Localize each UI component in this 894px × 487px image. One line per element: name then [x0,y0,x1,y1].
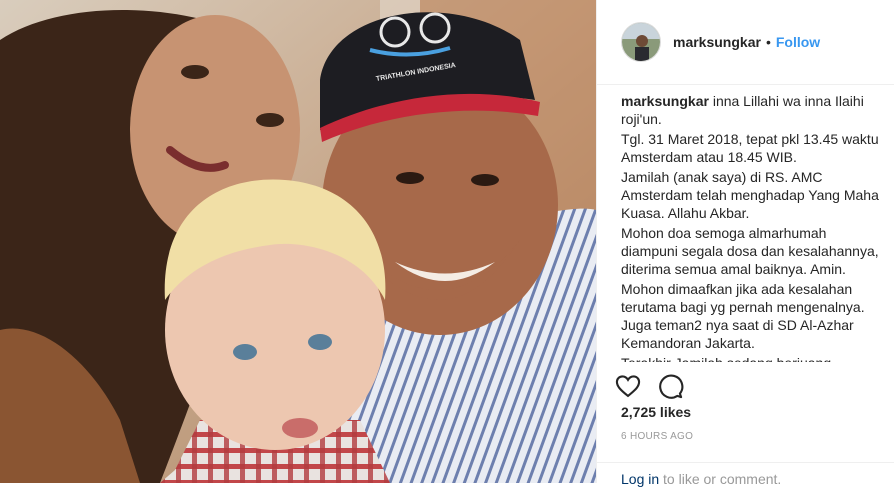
post-header: marksungkar • Follow [597,0,894,85]
caption: marksungkar inna Lillahi wa inna Ilaihi … [621,92,883,362]
post-sidebar: marksungkar • Follow marksungkar inna Li… [596,0,894,487]
post-photo[interactable]: TRIATHLON INDONESIA [0,0,596,483]
avatar-image [622,23,660,61]
caption-line: Jamilah (anak saya) di RS. AMC Amsterdam… [621,169,879,221]
caption-line: Tgl. 31 Maret 2018, tepat pkl 13.45 wakt… [621,131,879,165]
likes-count[interactable]: 2,725 likes [621,404,691,420]
login-rest-text: to like or comment. [663,471,782,487]
follow-button[interactable]: Follow [776,34,820,50]
separator-dot: • [765,34,771,50]
caption-line: Mohon doa semoga almarhumah diampuni seg… [621,225,879,277]
avatar[interactable] [621,22,661,62]
selfie-photo: TRIATHLON INDONESIA [0,0,596,483]
heart-icon[interactable] [614,372,642,400]
login-link[interactable]: Log in [621,471,659,487]
comment-icon[interactable] [656,372,684,400]
action-bar [614,372,684,400]
caption-username[interactable]: marksungkar [621,93,709,109]
caption-line: Mohon dimaafkan jika ada kesalahan terut… [621,281,865,351]
caption-line: marksungkar inna Lillahi wa inna Ilaihi … [621,92,883,128]
caption-line: Terakhir Jamilah sedang berjuang sebagai [621,354,883,362]
post-timestamp[interactable]: 6 HOURS AGO [621,431,693,442]
username-link[interactable]: marksungkar [673,34,761,50]
instagram-post: TRIATHLON INDONESIA marksungkar • Follow [0,0,894,487]
login-prompt: Log in to like or comment. [597,462,894,487]
